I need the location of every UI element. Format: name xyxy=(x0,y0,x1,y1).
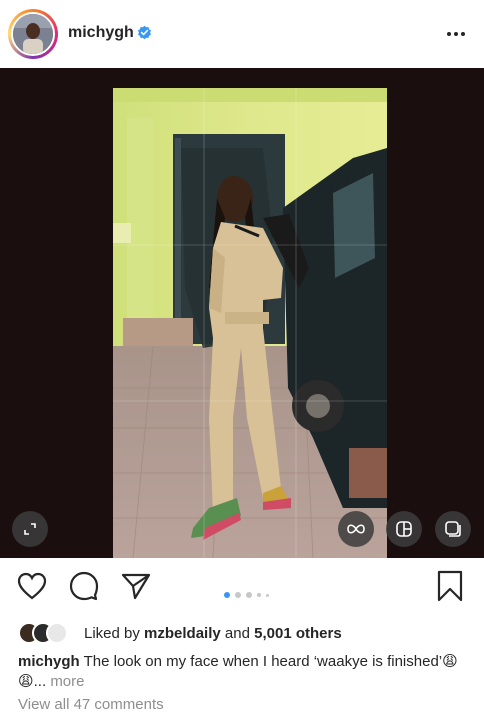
likes-count[interactable]: 5,001 others xyxy=(254,625,342,642)
likes-text: Liked by mzbeldaily and 5,001 others xyxy=(84,624,342,642)
boomerang-icon[interactable] xyxy=(338,511,374,547)
post-actions xyxy=(0,568,484,612)
verified-badge-icon xyxy=(137,25,152,40)
share-icon[interactable] xyxy=(118,568,154,604)
layout-icon[interactable] xyxy=(386,511,422,547)
bookmark-icon[interactable] xyxy=(432,568,468,604)
post-header: michygh xyxy=(0,0,484,68)
username[interactable]: michygh xyxy=(68,24,134,42)
carousel-indicator xyxy=(224,592,269,598)
multi-select-icon[interactable] xyxy=(435,511,471,547)
likes-row[interactable]: Liked by mzbeldaily and 5,001 others xyxy=(18,622,342,644)
liker-username[interactable]: mzbeldaily xyxy=(144,625,221,642)
post-media[interactable] xyxy=(0,68,484,558)
expand-icon[interactable] xyxy=(12,511,48,547)
caption-more-link[interactable]: more xyxy=(50,673,84,690)
heart-icon[interactable] xyxy=(14,568,50,604)
caption-username[interactable]: michygh xyxy=(18,653,80,670)
avatar[interactable] xyxy=(11,12,55,56)
comment-icon[interactable] xyxy=(66,568,102,604)
view-comments-link[interactable]: View all 47 comments xyxy=(18,696,164,713)
post-photo xyxy=(113,88,387,558)
more-options-icon[interactable] xyxy=(442,22,470,46)
liker-avatars xyxy=(18,622,78,644)
story-ring[interactable] xyxy=(8,9,58,59)
caption: michygh The look on my face when I heard… xyxy=(18,652,458,692)
liker-avatar xyxy=(46,622,68,644)
